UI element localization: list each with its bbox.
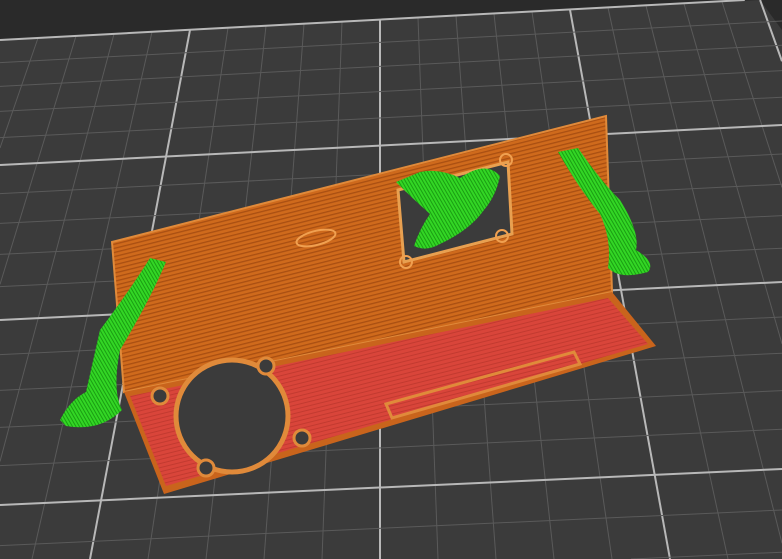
- screw-hole: [150, 386, 170, 406]
- screw-hole: [196, 458, 216, 478]
- screw-hole: [292, 428, 312, 448]
- 3d-preview-viewport[interactable]: [0, 0, 782, 559]
- motor-hole: [173, 357, 291, 475]
- screw-hole: [256, 356, 276, 376]
- scene: [0, 0, 782, 559]
